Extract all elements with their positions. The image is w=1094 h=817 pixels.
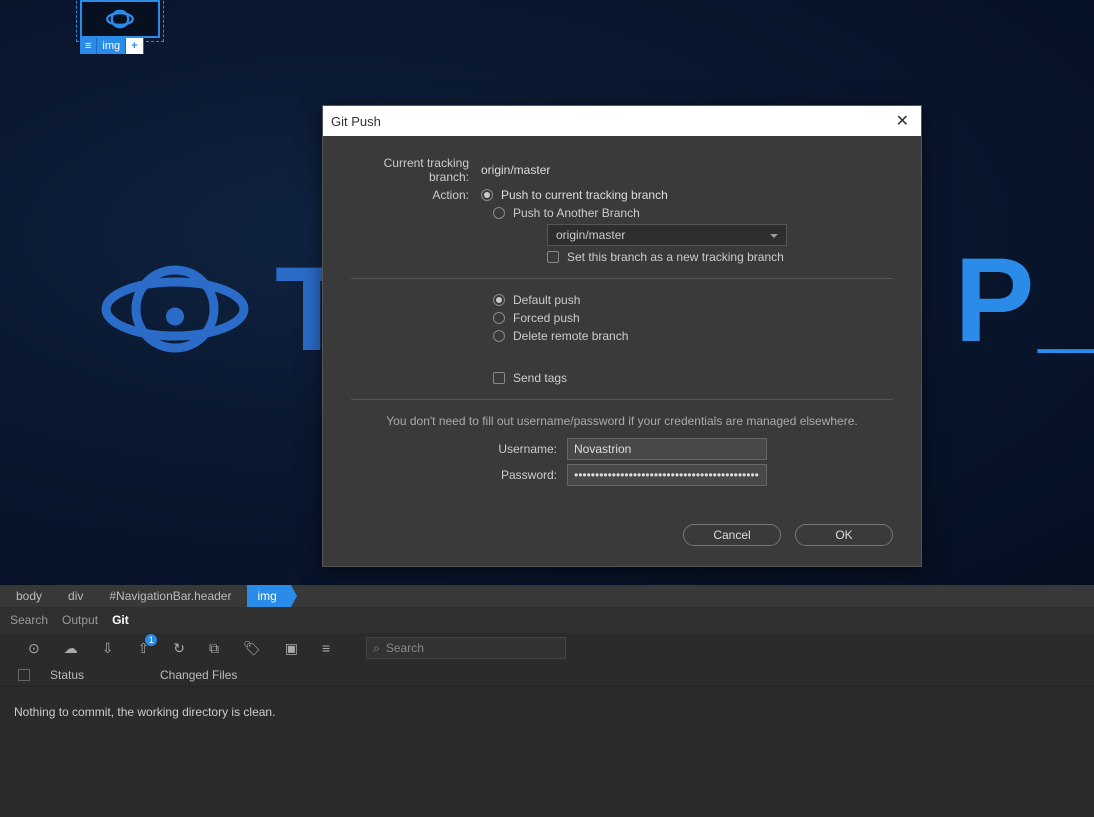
selected-element-outline[interactable]: [80, 0, 160, 38]
tab-git[interactable]: Git: [112, 613, 129, 627]
selection-tag-bar: ≡ img +: [80, 38, 144, 54]
git-push-dialog: Git Push ✕ Current tracking branch: orig…: [322, 105, 922, 567]
stash-icon[interactable]: ⧉: [209, 640, 219, 657]
push-icon[interactable]: ⇧1: [137, 640, 149, 657]
bottom-panel-tabs: Search Output Git: [0, 607, 1094, 633]
checkbox-new-tracking[interactable]: [547, 251, 559, 263]
git-changes-header: Status Changed Files: [0, 663, 1094, 687]
selection-menu-icon[interactable]: ≡: [80, 38, 97, 54]
col-status: Status: [50, 668, 160, 682]
history-icon[interactable]: ↻: [173, 640, 185, 657]
radio-default-push[interactable]: [493, 294, 505, 306]
crumb-navigationbar[interactable]: #NavigationBar.header: [99, 585, 245, 607]
password-input[interactable]: [567, 464, 767, 486]
tracking-branch-label: Current tracking branch:: [351, 156, 481, 184]
crumb-img[interactable]: img: [247, 585, 290, 607]
background-logo-right: P_: [954, 240, 1094, 365]
cancel-button[interactable]: Cancel: [683, 524, 781, 546]
radio-delete-remote[interactable]: [493, 330, 505, 342]
menu-icon[interactable]: ≡: [322, 640, 330, 656]
branch-select-value: origin/master: [556, 228, 625, 242]
git-search-input[interactable]: ⌕Search: [366, 637, 566, 659]
commit-icon[interactable]: ⊙: [28, 640, 40, 657]
action-label: Action:: [351, 188, 481, 202]
radio-forced-push[interactable]: [493, 312, 505, 324]
credentials-note: You don't need to fill out username/pass…: [351, 414, 893, 428]
git-changes-body: Nothing to commit, the working directory…: [0, 687, 1094, 817]
git-toolbar: ⊙ ☁ ⇩ ⇧1 ↻ ⧉ 🏷 ▣ ≡ ⌕Search: [0, 633, 1094, 663]
checkbox-send-tags-label: Send tags: [513, 371, 567, 385]
radio-push-current-label: Push to current tracking branch: [501, 188, 668, 202]
background-logo: T: [95, 240, 344, 378]
select-all-checkbox[interactable]: [18, 669, 30, 681]
tracking-branch-value: origin/master: [481, 163, 893, 177]
selection-tag-label[interactable]: img: [97, 38, 126, 54]
radio-push-another[interactable]: [493, 207, 505, 219]
push-badge: 1: [145, 634, 157, 646]
tab-search[interactable]: Search: [10, 613, 48, 627]
git-search-placeholder: Search: [386, 641, 424, 655]
tab-output[interactable]: Output: [62, 613, 98, 627]
col-changed-files: Changed Files: [160, 668, 237, 682]
fetch-icon[interactable]: ☁: [64, 640, 78, 657]
username-label: Username:: [477, 442, 567, 456]
breadcrumb: body div #NavigationBar.header img: [0, 585, 1094, 607]
branch-select[interactable]: origin/master: [547, 224, 787, 246]
radio-default-push-label: Default push: [513, 293, 580, 307]
ok-button[interactable]: OK: [795, 524, 893, 546]
radio-delete-remote-label: Delete remote branch: [513, 329, 628, 343]
dialog-titlebar: Git Push ✕: [323, 106, 921, 136]
crumb-body[interactable]: body: [6, 585, 56, 607]
pull-icon[interactable]: ⇩: [102, 640, 114, 657]
password-label: Password:: [477, 468, 567, 482]
radio-forced-push-label: Forced push: [513, 311, 580, 325]
username-input[interactable]: [567, 438, 767, 460]
checkbox-new-tracking-label: Set this branch as a new tracking branch: [567, 250, 784, 264]
checkbox-send-tags[interactable]: [493, 372, 505, 384]
git-empty-message: Nothing to commit, the working directory…: [14, 705, 275, 719]
dialog-title: Git Push: [331, 114, 381, 129]
radio-push-another-label: Push to Another Branch: [513, 206, 640, 220]
close-icon[interactable]: ✕: [892, 111, 913, 131]
radio-push-current[interactable]: [481, 189, 493, 201]
terminal-icon[interactable]: ▣: [285, 640, 298, 657]
crumb-div[interactable]: div: [58, 585, 97, 607]
selection-add-button[interactable]: +: [126, 38, 143, 54]
tag-icon[interactable]: 🏷: [243, 640, 261, 657]
